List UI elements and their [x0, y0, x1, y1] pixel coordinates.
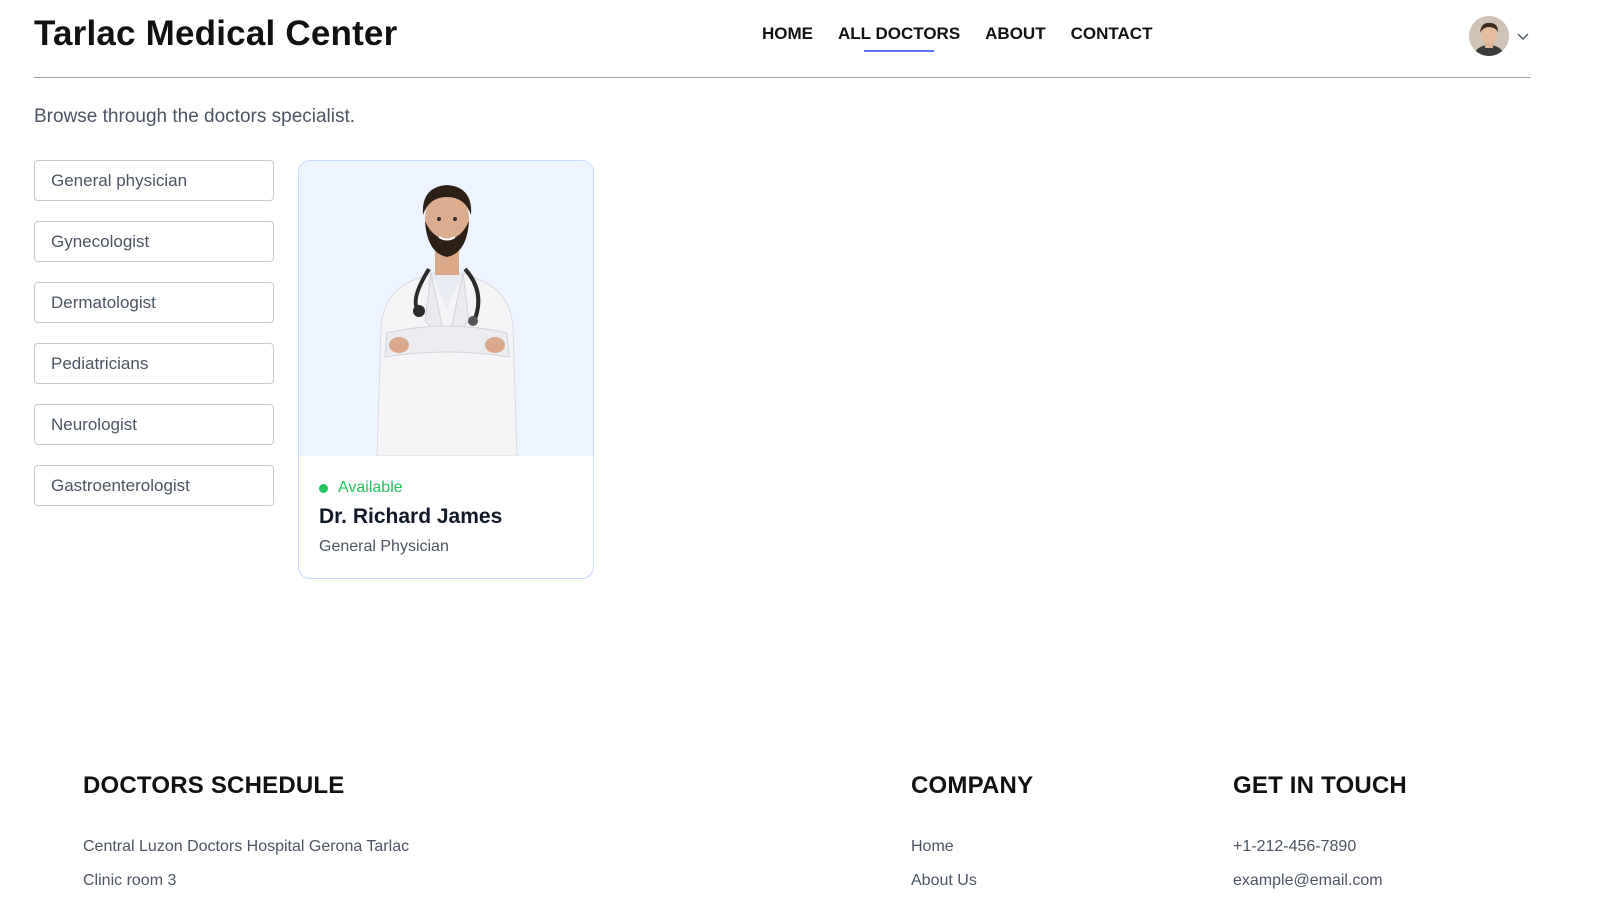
- main-nav: HOME ALL DOCTORS ABOUT CONTACT: [762, 24, 1152, 50]
- filter-general-physician[interactable]: General physician: [34, 160, 274, 201]
- speciality-filter-list: General physician Gynecologist Dermatolo…: [34, 160, 274, 526]
- intro-text: Browse through the doctors specialist.: [34, 106, 356, 127]
- filter-dermatologist[interactable]: Dermatologist: [34, 282, 274, 323]
- doctor-speciality: General Physician: [319, 538, 449, 555]
- green-dot-icon: [319, 483, 328, 493]
- footer-company-title: COMPANY: [911, 772, 1034, 799]
- footer-schedule: DOCTORS SCHEDULE Central Luzon Doctors H…: [83, 772, 409, 898]
- doctor-card[interactable]: Available Dr. Richard James General Phys…: [298, 160, 594, 579]
- site-header: Tarlac Medical Center HOME ALL DOCTORS A…: [34, 0, 1531, 78]
- doctor-photo: [299, 161, 593, 457]
- filter-neurologist[interactable]: Neurologist: [34, 404, 274, 445]
- availability-status: Available: [319, 479, 573, 497]
- avatar[interactable]: [1469, 16, 1509, 56]
- brand-title[interactable]: Tarlac Medical Center: [34, 14, 397, 54]
- profile-menu[interactable]: [1469, 16, 1531, 56]
- filter-gynecologist[interactable]: Gynecologist: [34, 221, 274, 262]
- nav-about[interactable]: ABOUT: [985, 24, 1045, 50]
- nav-contact[interactable]: CONTACT: [1071, 24, 1153, 50]
- filter-pediatricians[interactable]: Pediatricians: [34, 343, 274, 384]
- footer-link-about[interactable]: About Us: [911, 864, 1033, 898]
- contact-phone: +1-212-456-7890: [1233, 838, 1357, 855]
- nav-home[interactable]: HOME: [762, 24, 813, 50]
- availability-label: Available: [338, 479, 403, 496]
- schedule-line: Central Luzon Doctors Hospital Gerona Ta…: [83, 838, 410, 855]
- doctor-card-body: Available Dr. Richard James General Phys…: [299, 456, 593, 556]
- nav-all-doctors[interactable]: ALL DOCTORS: [838, 24, 960, 50]
- footer-schedule-title: DOCTORS SCHEDULE: [83, 772, 345, 799]
- schedule-line: Clinic room 3: [83, 872, 177, 889]
- footer-company: COMPANY Home About Us: [911, 772, 1033, 898]
- chevron-down-icon[interactable]: [1515, 28, 1531, 44]
- doctor-name: Dr. Richard James: [319, 505, 503, 528]
- footer-contact-title: GET IN TOUCH: [1233, 772, 1407, 799]
- footer-contact: GET IN TOUCH +1-212-456-7890 example@ema…: [1233, 772, 1407, 898]
- filter-gastroenterologist[interactable]: Gastroenterologist: [34, 465, 274, 506]
- footer-link-home[interactable]: Home: [911, 830, 1033, 864]
- contact-email: example@email.com: [1233, 872, 1383, 889]
